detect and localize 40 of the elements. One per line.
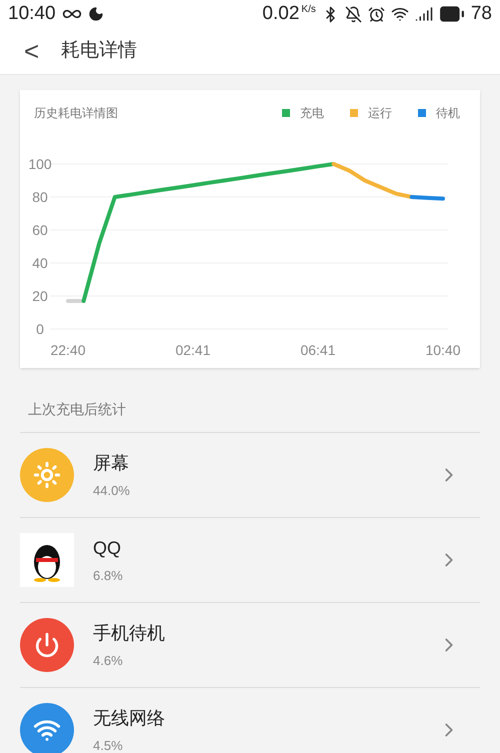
item-percent: 6.8% <box>93 566 124 585</box>
x-tick-label: 06:41 <box>300 342 336 358</box>
usage-list-item[interactable]: 屏幕 44.0% <box>20 433 480 518</box>
battery-percent: 78 <box>470 2 492 26</box>
item-name: QQ <box>93 536 122 560</box>
y-tick-label: 80 <box>32 189 48 205</box>
chart-title: 历史耗电详情图 <box>34 104 118 122</box>
item-name: 无线网络 <box>93 706 166 730</box>
y-tick-label: 40 <box>32 255 48 271</box>
usage-list-item[interactable]: 无线网络 4.5% <box>20 688 480 753</box>
x-tick-label: 10:40 <box>425 342 461 358</box>
usage-list-item[interactable]: QQ 6.8% <box>20 518 480 603</box>
item-percent: 4.5% <box>93 736 124 753</box>
y-tick-label: 100 <box>28 156 52 172</box>
network-speed: 0.02 <box>262 2 300 26</box>
item-name: 手机待机 <box>93 622 166 645</box>
speed-unit: K/s <box>301 2 316 17</box>
mute-icon <box>344 6 362 22</box>
alarm-icon <box>368 6 385 22</box>
x-tick-label: 02:41 <box>175 342 211 358</box>
back-button[interactable]: < <box>24 38 40 64</box>
sun-icon <box>33 461 61 489</box>
y-tick-label: 60 <box>32 222 48 238</box>
status-time: 10:40 <box>8 2 56 26</box>
y-tick-label: 20 <box>32 288 48 304</box>
signal-icon <box>414 5 433 23</box>
power-icon <box>34 632 60 658</box>
x-tick-label: 22:40 <box>50 342 86 358</box>
page-title: 耗电详情 <box>61 38 138 63</box>
legend-label: 待机 <box>436 104 460 122</box>
legend-label: 充电 <box>300 104 324 122</box>
y-tick-label: 0 <box>36 321 44 337</box>
item-name: 屏幕 <box>93 452 130 475</box>
usage-list-item[interactable]: 手机待机 4.6% <box>20 603 480 688</box>
item-percent: 44.0% <box>93 482 131 500</box>
moon-icon <box>88 6 104 22</box>
legend-label: 运行 <box>368 104 392 122</box>
wifi-icon <box>390 5 409 23</box>
item-percent: 4.6% <box>93 652 124 670</box>
section-title: 上次充电后统计 <box>27 401 126 417</box>
